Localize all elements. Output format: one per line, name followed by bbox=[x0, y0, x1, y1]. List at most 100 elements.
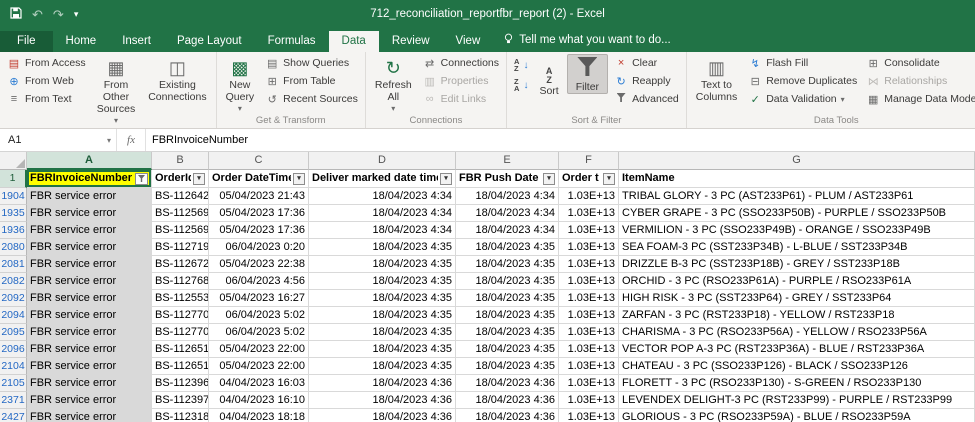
cell-D2105[interactable]: 18/04/2023 4:36 bbox=[309, 375, 456, 392]
cell-B2095[interactable]: BS-112770 bbox=[152, 324, 209, 341]
cell-C1904[interactable]: 05/04/2023 21:43 bbox=[209, 188, 309, 205]
existing-connections-button[interactable]: ◫ Existing Connections bbox=[143, 54, 211, 103]
cell-A2092[interactable]: FBR service error bbox=[27, 290, 152, 307]
cell-G1936[interactable]: VERMILION - 3 PC (SSO233P49B) - ORANGE /… bbox=[619, 222, 975, 239]
tab-home[interactable]: Home bbox=[53, 31, 110, 52]
cell-C2105[interactable]: 04/04/2023 16:03 bbox=[209, 375, 309, 392]
advanced-filter-button[interactable]: Advanced bbox=[611, 90, 682, 108]
cell-A1936[interactable]: FBR service error bbox=[27, 222, 152, 239]
row-number[interactable]: 2371 bbox=[0, 392, 27, 409]
from-table-button[interactable]: ⊞From Table bbox=[262, 72, 361, 90]
from-other-sources-button[interactable]: ▦ From Other Sources ▾ bbox=[92, 54, 141, 127]
cell-G2104[interactable]: CHATEAU - 3 PC (SSO233P126) - BLACK / SS… bbox=[619, 358, 975, 375]
cell-A1935[interactable]: FBR service error bbox=[27, 205, 152, 222]
row-number[interactable]: 2081 bbox=[0, 256, 27, 273]
cell-G2080[interactable]: SEA FOAM-3 PC (SST233P34B) - L-BLUE / SS… bbox=[619, 239, 975, 256]
cell-A2095[interactable]: FBR service error bbox=[27, 324, 152, 341]
cell-F1936[interactable]: 1.03E+13 bbox=[559, 222, 619, 239]
cell-A2082[interactable]: FBR service error bbox=[27, 273, 152, 290]
text-to-columns-button[interactable]: ▥ Text to Columns bbox=[691, 54, 742, 103]
cell-D1904[interactable]: 18/04/2023 4:34 bbox=[309, 188, 456, 205]
cell-D2104[interactable]: 18/04/2023 4:35 bbox=[309, 358, 456, 375]
cell-E2104[interactable]: 18/04/2023 4:35 bbox=[456, 358, 559, 375]
filter-dropdown-icon[interactable]: ▾ bbox=[293, 173, 305, 185]
cell-D2094[interactable]: 18/04/2023 4:35 bbox=[309, 307, 456, 324]
cell-C1935[interactable]: 05/04/2023 17:36 bbox=[209, 205, 309, 222]
new-query-button[interactable]: ▩ New Query ▾ bbox=[221, 54, 260, 115]
cell-E2095[interactable]: 18/04/2023 4:35 bbox=[456, 324, 559, 341]
clear-filter-button[interactable]: ×Clear bbox=[611, 54, 682, 72]
cell-D1935[interactable]: 18/04/2023 4:34 bbox=[309, 205, 456, 222]
data-validation-button[interactable]: ✓Data Validation▾ bbox=[745, 90, 860, 108]
cell-B1904[interactable]: BS-112642 bbox=[152, 188, 209, 205]
cell-F2080[interactable]: 1.03E+13 bbox=[559, 239, 619, 256]
cell-E2427[interactable]: 18/04/2023 4:36 bbox=[456, 409, 559, 422]
cell-A1904[interactable]: FBR service error bbox=[27, 188, 152, 205]
cell-D2096[interactable]: 18/04/2023 4:35 bbox=[309, 341, 456, 358]
cell-B2096[interactable]: BS-112651 bbox=[152, 341, 209, 358]
reapply-button[interactable]: ↻Reapply bbox=[611, 72, 682, 90]
column-header-F[interactable]: F bbox=[559, 152, 619, 170]
cell-E2094[interactable]: 18/04/2023 4:35 bbox=[456, 307, 559, 324]
cell-C2427[interactable]: 04/04/2023 18:18 bbox=[209, 409, 309, 422]
cell-D2081[interactable]: 18/04/2023 4:35 bbox=[309, 256, 456, 273]
qat-customize-icon[interactable]: ▾ bbox=[74, 8, 79, 21]
cell-G2096[interactable]: VECTOR POP A-3 PC (RST233P36A) - BLUE / … bbox=[619, 341, 975, 358]
cell-B2092[interactable]: BS-112553 bbox=[152, 290, 209, 307]
cell-B2427[interactable]: BS-112318 bbox=[152, 409, 209, 422]
cell-D2427[interactable]: 18/04/2023 4:36 bbox=[309, 409, 456, 422]
tab-data[interactable]: Data bbox=[329, 31, 379, 52]
filter-applied-icon[interactable] bbox=[135, 173, 148, 185]
cell-D2092[interactable]: 18/04/2023 4:35 bbox=[309, 290, 456, 307]
filter-dropdown-icon[interactable]: ▾ bbox=[603, 173, 615, 185]
cell-F1[interactable]: Order t▾ bbox=[559, 170, 619, 188]
filter-dropdown-icon[interactable]: ▾ bbox=[543, 173, 555, 185]
cell-G2095[interactable]: CHARISMA - 3 PC (RSO233P56A) - YELLOW / … bbox=[619, 324, 975, 341]
cell-E2092[interactable]: 18/04/2023 4:35 bbox=[456, 290, 559, 307]
cell-A1[interactable]: FBRInvoiceNumber bbox=[27, 170, 152, 188]
row-number[interactable]: 2080 bbox=[0, 239, 27, 256]
cell-F2081[interactable]: 1.03E+13 bbox=[559, 256, 619, 273]
row-number[interactable]: 2092 bbox=[0, 290, 27, 307]
consolidate-button[interactable]: ⊞Consolidate bbox=[863, 54, 975, 72]
remove-duplicates-button[interactable]: ⊟Remove Duplicates bbox=[745, 72, 860, 90]
cell-F1935[interactable]: 1.03E+13 bbox=[559, 205, 619, 222]
cell-F1904[interactable]: 1.03E+13 bbox=[559, 188, 619, 205]
refresh-all-button[interactable]: ↻ Refresh All ▾ bbox=[370, 54, 417, 115]
cell-E1935[interactable]: 18/04/2023 4:34 bbox=[456, 205, 559, 222]
redo-icon[interactable]: ↷ bbox=[53, 8, 64, 21]
cell-D2080[interactable]: 18/04/2023 4:35 bbox=[309, 239, 456, 256]
cell-A2081[interactable]: FBR service error bbox=[27, 256, 152, 273]
cell-A2427[interactable]: FBR service error bbox=[27, 409, 152, 422]
row-number[interactable]: 1 bbox=[0, 170, 27, 188]
tab-review[interactable]: Review bbox=[379, 31, 443, 52]
filter-dropdown-icon[interactable]: ▾ bbox=[440, 173, 452, 185]
cell-C1936[interactable]: 05/04/2023 17:36 bbox=[209, 222, 309, 239]
insert-function-button[interactable]: fx bbox=[117, 129, 146, 151]
undo-icon[interactable]: ↶ bbox=[32, 8, 43, 21]
row-number[interactable]: 2094 bbox=[0, 307, 27, 324]
cell-F2371[interactable]: 1.03E+13 bbox=[559, 392, 619, 409]
cell-E2080[interactable]: 18/04/2023 4:35 bbox=[456, 239, 559, 256]
from-text-button[interactable]: ≡From Text bbox=[4, 90, 89, 108]
cell-E1904[interactable]: 18/04/2023 4:34 bbox=[456, 188, 559, 205]
column-header-C[interactable]: C bbox=[209, 152, 309, 170]
recent-sources-button[interactable]: ↺Recent Sources bbox=[262, 90, 361, 108]
cell-G2081[interactable]: DRIZZLE B-3 PC (SST233P18B) - GREY / SST… bbox=[619, 256, 975, 273]
column-header-A[interactable]: A bbox=[27, 152, 152, 170]
cell-G2092[interactable]: HIGH RISK - 3 PC (SST233P64) - GREY / SS… bbox=[619, 290, 975, 307]
tab-page-layout[interactable]: Page Layout bbox=[164, 31, 255, 52]
cell-G2105[interactable]: FLORETT - 3 PC (RSO233P130) - S-GREEN / … bbox=[619, 375, 975, 392]
row-number[interactable]: 2095 bbox=[0, 324, 27, 341]
cell-C2082[interactable]: 06/04/2023 4:56 bbox=[209, 273, 309, 290]
tell-me-box[interactable]: Tell me what you want to do... bbox=[493, 29, 681, 52]
cell-F2095[interactable]: 1.03E+13 bbox=[559, 324, 619, 341]
cell-E1936[interactable]: 18/04/2023 4:34 bbox=[456, 222, 559, 239]
row-number[interactable]: 2105 bbox=[0, 375, 27, 392]
tab-file[interactable]: File bbox=[0, 31, 53, 52]
cell-G2427[interactable]: GLORIOUS - 3 PC (RSO233P59A) - BLUE / RS… bbox=[619, 409, 975, 422]
row-number[interactable]: 1936 bbox=[0, 222, 27, 239]
cell-F2094[interactable]: 1.03E+13 bbox=[559, 307, 619, 324]
cell-F2427[interactable]: 1.03E+13 bbox=[559, 409, 619, 422]
tab-view[interactable]: View bbox=[443, 31, 494, 52]
